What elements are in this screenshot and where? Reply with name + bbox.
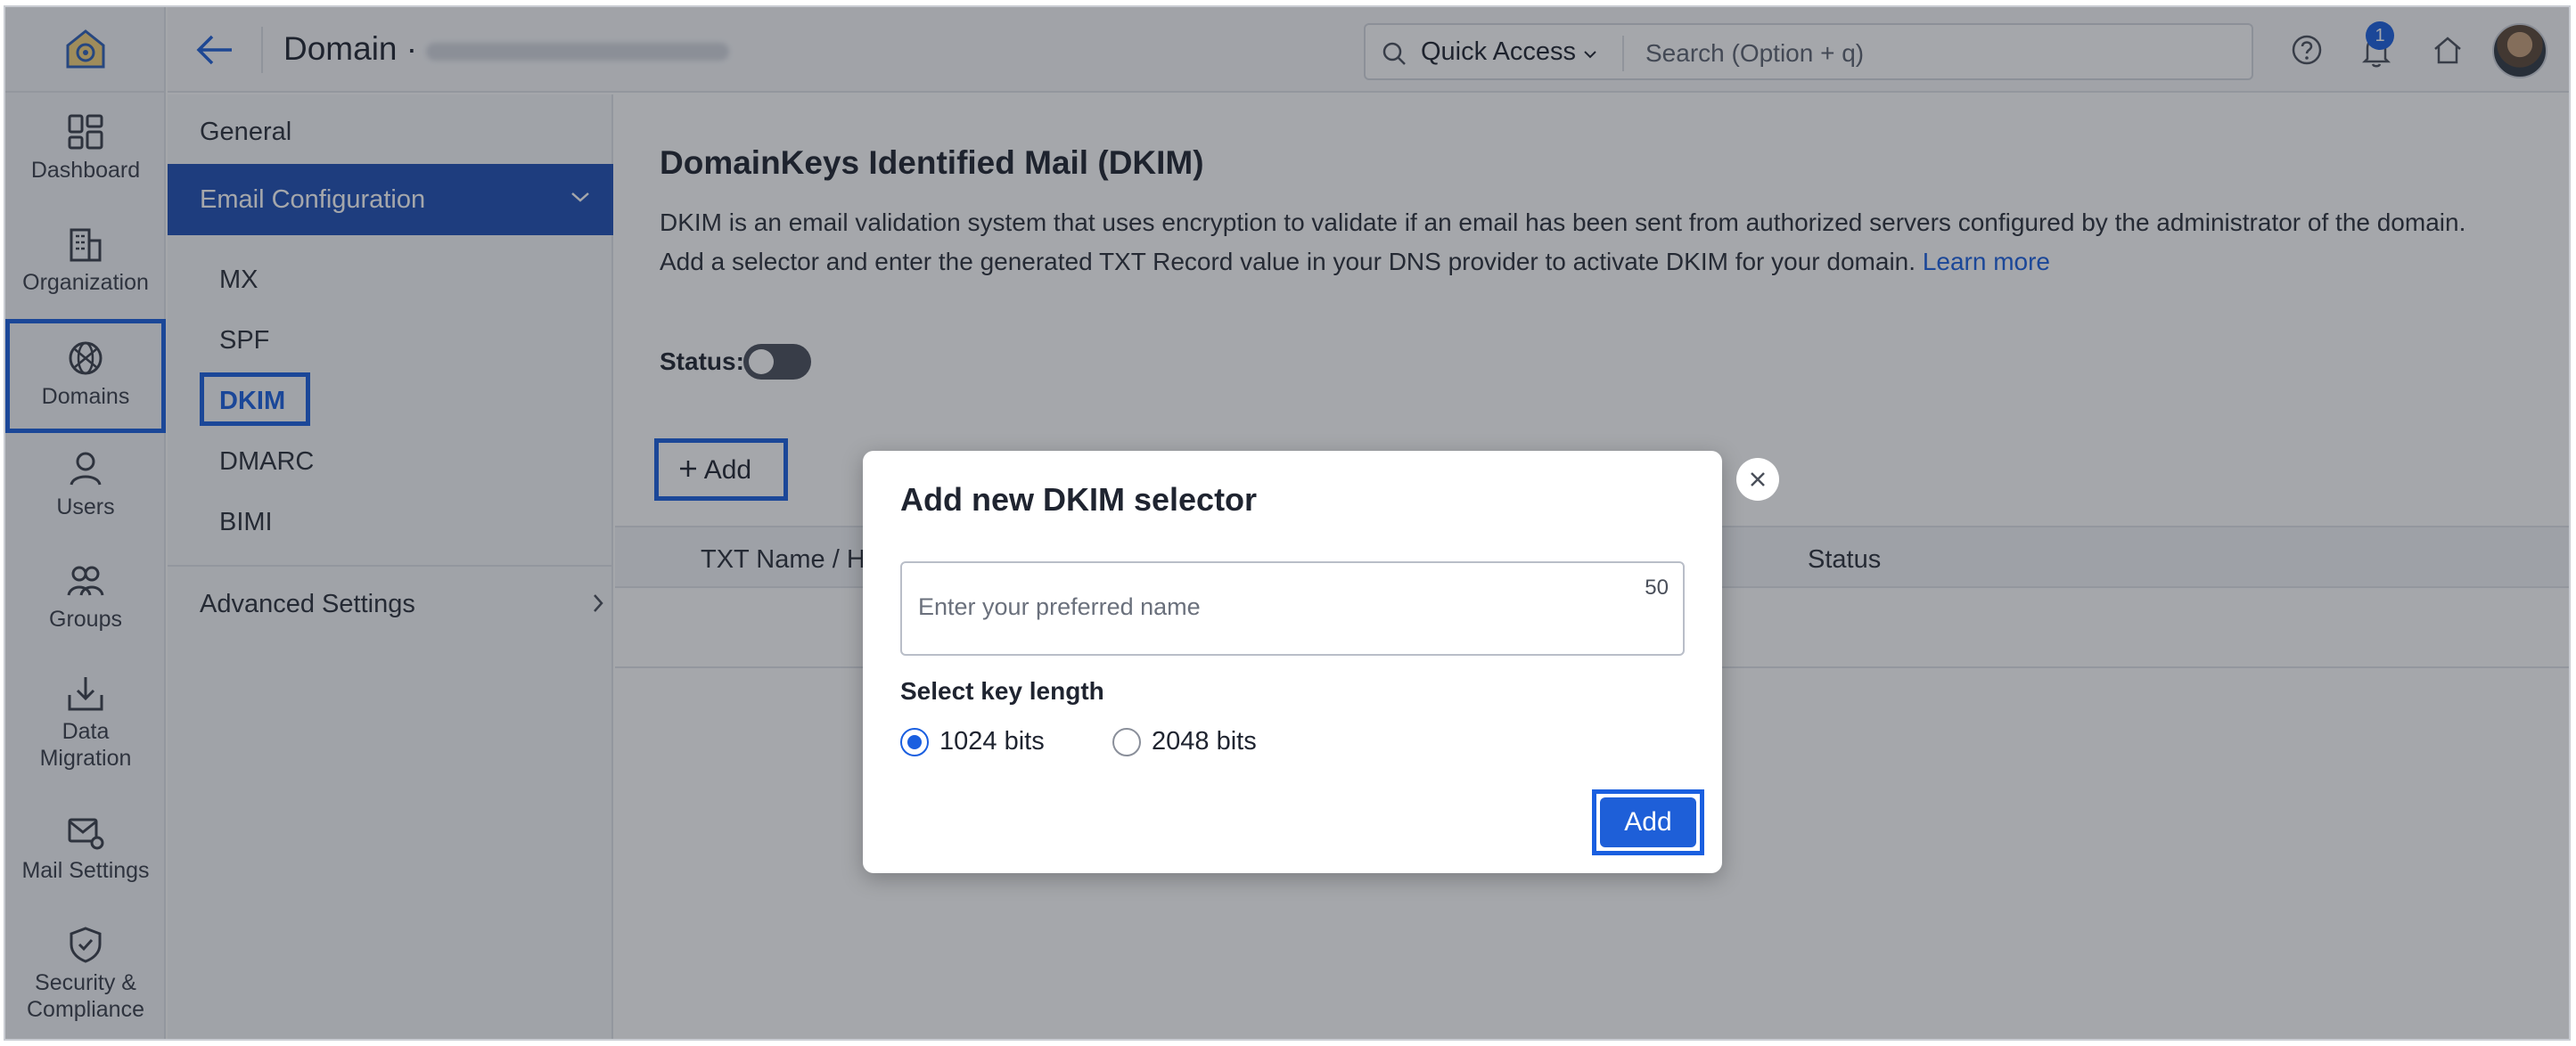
selector-name-field[interactable]: 50 (900, 561, 1685, 656)
close-dialog-button[interactable] (1736, 458, 1779, 501)
radio-label: 1024 bits (939, 727, 1045, 756)
dialog-title: Add new DKIM selector (900, 481, 1258, 518)
add-button[interactable]: Add (1600, 797, 1696, 847)
submit-highlight: Add (1592, 789, 1704, 855)
radio-1024-bits[interactable]: 1024 bits (900, 727, 1045, 756)
selector-name-input[interactable] (918, 593, 1596, 621)
radio-label: 2048 bits (1152, 727, 1257, 756)
radio-unselected-icon (1112, 727, 1141, 756)
add-dkim-selector-dialog: Add new DKIM selector 50 Select key leng… (863, 451, 1722, 873)
close-icon (1751, 472, 1765, 486)
key-length-label: Select key length (900, 677, 1104, 705)
char-counter: 50 (1645, 576, 1669, 600)
radio-selected-icon (900, 727, 929, 756)
radio-2048-bits[interactable]: 2048 bits (1112, 727, 1257, 756)
app-window: Dashboard Organization Domains Users Gro… (4, 5, 2571, 1041)
